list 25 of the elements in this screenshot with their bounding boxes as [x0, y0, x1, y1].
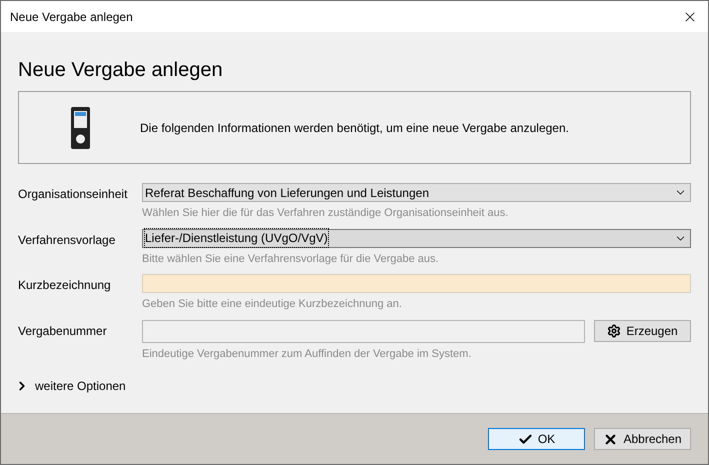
dropdown[interactable]: Liefer-/Dienstleistung (UVgO/VgV) — [142, 228, 691, 248]
field-label: Kurzbezeichnung — [18, 277, 112, 294]
ok-button[interactable]: OK — [488, 428, 585, 450]
generate-button[interactable]: Erzeugen — [594, 320, 691, 342]
help-text: Bitte wählen Sie eine Verfahrensvorlage für die Vergabe aus. — [142, 252, 439, 266]
gear-icon — [607, 324, 622, 338]
help-text: Wählen Sie hier die für das Verfahren zuständige Organisationseinheit aus. — [142, 206, 508, 221]
check-icon — [518, 432, 533, 446]
help-text: Eindeutige Vergabenummer zum Auffinden der Vergabe im System. — [142, 346, 472, 362]
input-field[interactable] — [142, 320, 585, 342]
dropdown-value: Liefer-/Dienstleistung (UVgO/VgV) — [145, 229, 328, 247]
help-text: Geben Sie bitte eine eindeutige Kurzbezeichnung an. — [142, 297, 402, 312]
input-field[interactable] — [142, 274, 691, 293]
more-options-toggle[interactable]: weitere Optionen — [15, 377, 126, 395]
window-title: Neue Vergabe anlegen — [10, 8, 133, 26]
field-label: Organisationseinheit — [18, 186, 128, 203]
info-text: Die folgenden Informationen werden benötigt, um eine neue Vergabe anzulegen. — [140, 120, 569, 136]
field-label: Vergabenummer — [18, 322, 108, 340]
close-icon — [603, 432, 618, 446]
dropdown-value: Referat Beschaffung von Lieferungen und Leistungen — [145, 184, 429, 202]
dropdown[interactable]: Referat Beschaffung von Lieferungen und Leistungen — [142, 183, 691, 202]
field-label: Verfahrensvorlage — [18, 232, 116, 248]
device-icon — [71, 106, 90, 148]
dialog-heading: Neue Vergabe anlegen — [18, 58, 223, 83]
cancel-button[interactable]: Abbrechen — [594, 428, 691, 450]
